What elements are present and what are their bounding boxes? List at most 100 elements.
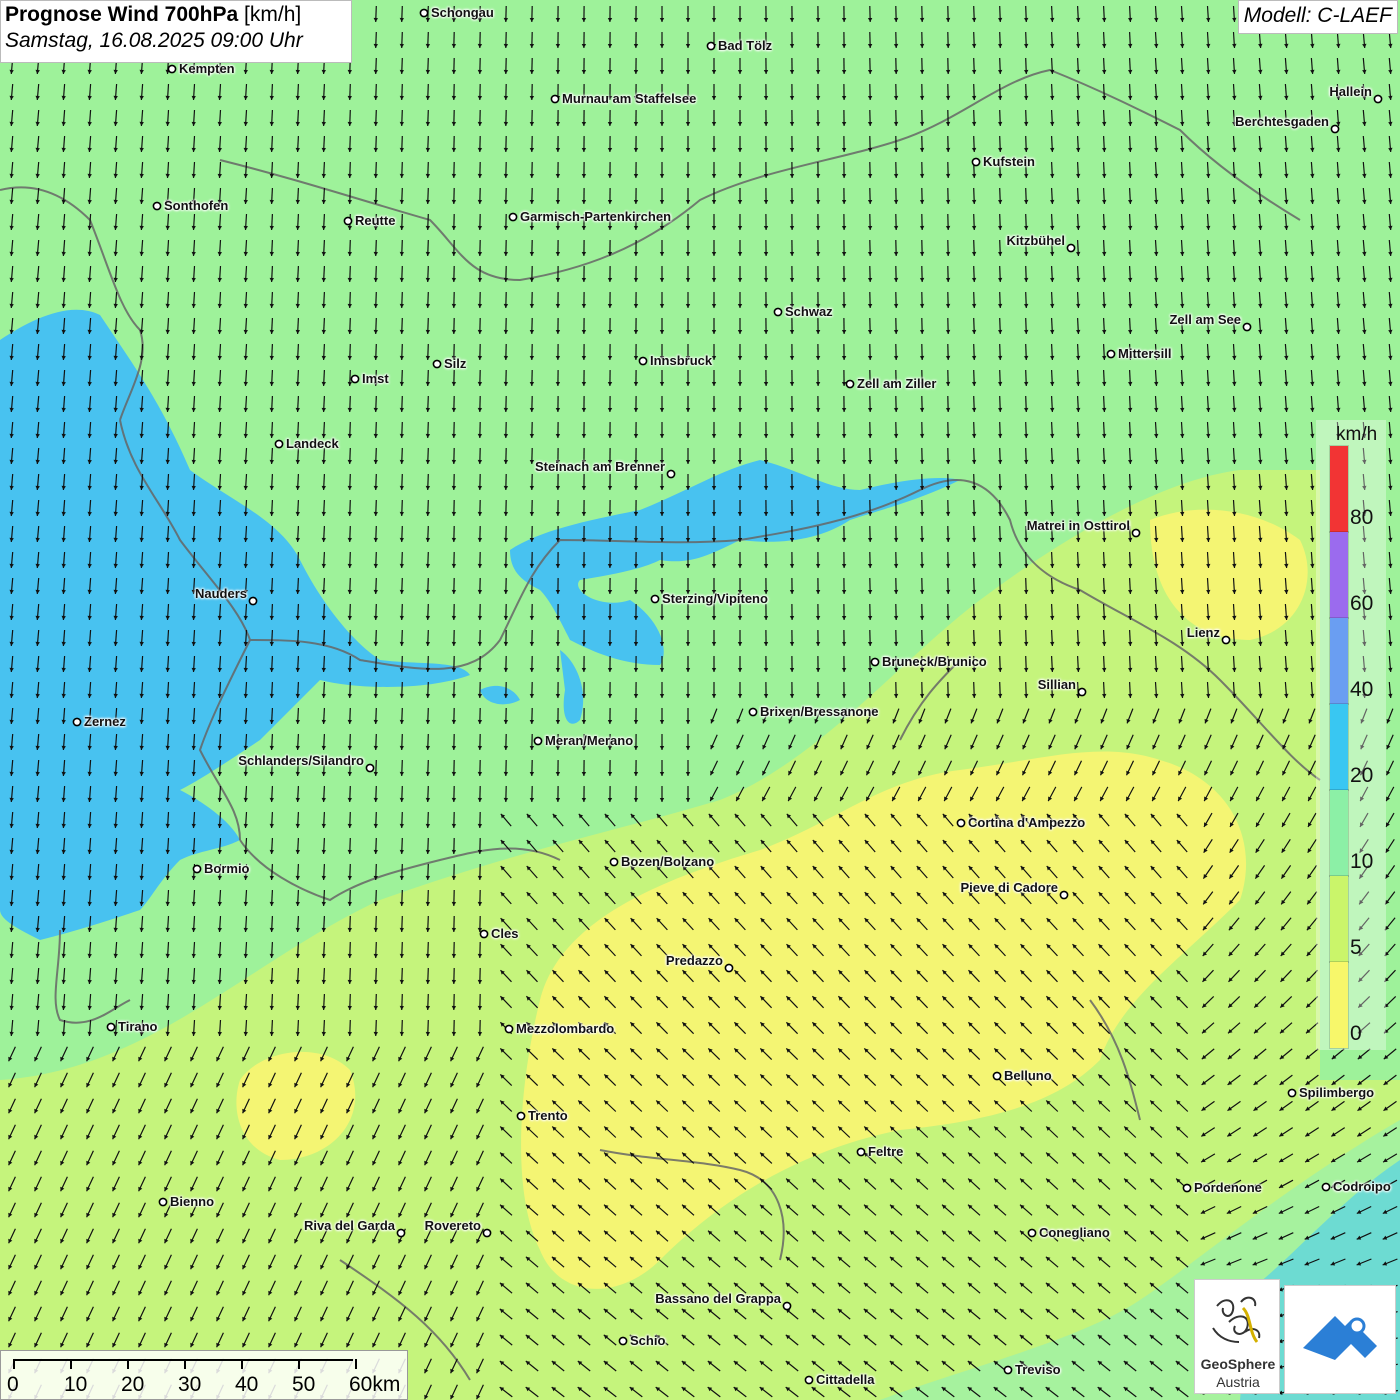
city-marker — [1182, 1183, 1192, 1193]
title-main: Prognose Wind 700hPa — [5, 3, 239, 26]
scale-tick — [355, 1359, 357, 1369]
city-marker — [533, 736, 543, 746]
zamg-logo[interactable] — [1284, 1285, 1396, 1394]
city-label[interactable]: Murnau am Staffelsee — [562, 92, 696, 106]
city-label[interactable]: Mezzolombardo — [516, 1022, 614, 1036]
city-label[interactable]: Bad Tölz — [718, 39, 772, 53]
legend-tick-label: 5 — [1350, 936, 1362, 959]
scale-label: 40 — [235, 1373, 259, 1396]
city-label[interactable]: Rovereto — [425, 1219, 481, 1233]
city-marker — [167, 64, 177, 74]
geosphere-logo[interactable]: GeoSphere Austria — [1194, 1279, 1280, 1394]
scale-label: 30 — [178, 1373, 202, 1396]
city-label[interactable]: Tirano — [118, 1020, 158, 1034]
city-label[interactable]: Bozen/Bolzano — [621, 855, 714, 869]
city-label[interactable]: Belluno — [1004, 1069, 1052, 1083]
city-label[interactable]: Conegliano — [1039, 1226, 1110, 1240]
city-label[interactable]: Schongau — [431, 6, 494, 20]
city-label[interactable]: Pieve di Cadore — [960, 881, 1058, 895]
scale-label: 60km — [349, 1373, 401, 1396]
city-marker — [350, 374, 360, 384]
legend-tick-label: 0 — [1350, 1022, 1362, 1045]
city-label[interactable]: Zell am See — [1169, 313, 1241, 327]
forecast-datetime: Samstag, 16.08.2025 09:00 Uhr — [5, 29, 303, 52]
city-label[interactable]: Cles — [491, 927, 518, 941]
city-label[interactable]: Codroipo — [1333, 1180, 1391, 1194]
city-label[interactable]: Bruneck/Brunico — [882, 655, 987, 669]
city-label[interactable]: Innsbruck — [650, 354, 712, 368]
city-label[interactable]: Sterzing/Vipiteno — [662, 592, 768, 606]
model-label: Modell: C-LAEF — [1237, 0, 1398, 34]
city-marker — [432, 359, 442, 369]
city-marker — [956, 818, 966, 828]
city-marker — [638, 356, 648, 366]
city-label[interactable]: Landeck — [286, 437, 339, 451]
city-label[interactable]: Silz — [444, 357, 466, 371]
city-label[interactable]: Bassano del Grappa — [655, 1292, 781, 1306]
legend-swatch — [1329, 531, 1349, 619]
title: Prognose Wind 700hPa [km/h] — [5, 3, 347, 27]
legend-swatch — [1329, 961, 1349, 1049]
city-marker — [248, 596, 258, 606]
city-label[interactable]: Lienz — [1187, 626, 1220, 640]
city-label[interactable]: Garmisch-Partenkirchen — [520, 210, 671, 224]
city-marker — [870, 657, 880, 667]
city-label[interactable]: Mittersill — [1118, 347, 1171, 361]
city-label[interactable]: Riva del Garda — [304, 1219, 395, 1233]
city-marker — [1242, 322, 1252, 332]
city-label[interactable]: Kufstein — [983, 155, 1035, 169]
legend-swatch — [1329, 875, 1349, 963]
city-label[interactable]: Bienno — [170, 1195, 214, 1209]
city-label[interactable]: Hallein — [1329, 85, 1372, 99]
city-marker — [516, 1111, 526, 1121]
city-label[interactable]: Sillian — [1038, 678, 1076, 692]
city-label[interactable]: Bormio — [204, 862, 250, 876]
city-label[interactable]: Kitzbühel — [1007, 234, 1066, 248]
legend-tick-label: 20 — [1350, 764, 1374, 787]
city-label[interactable]: Zernez — [84, 715, 126, 729]
city-marker — [971, 157, 981, 167]
city-label[interactable]: Schio — [630, 1334, 665, 1348]
city-label[interactable]: Berchtesgaden — [1235, 115, 1329, 129]
city-label[interactable]: Matrei in Osttirol — [1027, 519, 1130, 533]
city-label[interactable]: Steinach am Brenner — [535, 460, 665, 474]
scale-label: 10 — [64, 1373, 88, 1396]
city-marker — [1373, 94, 1383, 104]
city-marker — [1059, 890, 1069, 900]
wind-forecast-map[interactable]: Schongau Bad Tölz Kempten Murnau am Staffel… — [0, 0, 1400, 1400]
city-marker — [748, 707, 758, 717]
legend-tick-label: 10 — [1350, 850, 1374, 873]
city-label[interactable]: Imst — [362, 372, 389, 386]
city-label[interactable]: Nauders — [195, 587, 247, 601]
city-marker — [192, 864, 202, 874]
scale-tick — [184, 1359, 186, 1369]
city-marker — [650, 594, 660, 604]
city-marker — [666, 469, 676, 479]
city-label[interactable]: Predazzo — [666, 954, 723, 968]
scale-label: 20 — [121, 1373, 145, 1396]
legend-swatch — [1329, 703, 1349, 791]
city-label[interactable]: Spilimbergo — [1299, 1086, 1374, 1100]
city-label[interactable]: Schlanders/Silandro — [238, 754, 364, 768]
city-label[interactable]: Cittadella — [816, 1373, 875, 1387]
city-label[interactable]: Trento — [528, 1109, 568, 1123]
scale-tick — [13, 1359, 15, 1369]
city-marker — [343, 216, 353, 226]
city-label[interactable]: Feltre — [868, 1145, 903, 1159]
city-marker — [365, 763, 375, 773]
city-label[interactable]: Brixen/Bressanone — [760, 705, 879, 719]
city-marker — [72, 717, 82, 727]
city-label[interactable]: Cortina d'Ampezzo — [968, 816, 1085, 830]
city-label[interactable]: Schwaz — [785, 305, 833, 319]
city-label[interactable]: Zell am Ziller — [857, 377, 936, 391]
city-marker — [479, 929, 489, 939]
city-label[interactable]: Reutte — [355, 214, 395, 228]
geosphere-text: GeoSphere — [1200, 1356, 1276, 1372]
city-label[interactable]: Pordenone — [1194, 1181, 1262, 1195]
scale-tick — [298, 1359, 300, 1369]
city-label[interactable]: Sonthofen — [164, 199, 228, 213]
city-marker — [856, 1147, 866, 1157]
city-label[interactable]: Meran/Merano — [545, 734, 633, 748]
city-label[interactable]: Treviso — [1015, 1363, 1061, 1377]
city-label[interactable]: Kempten — [179, 62, 235, 76]
